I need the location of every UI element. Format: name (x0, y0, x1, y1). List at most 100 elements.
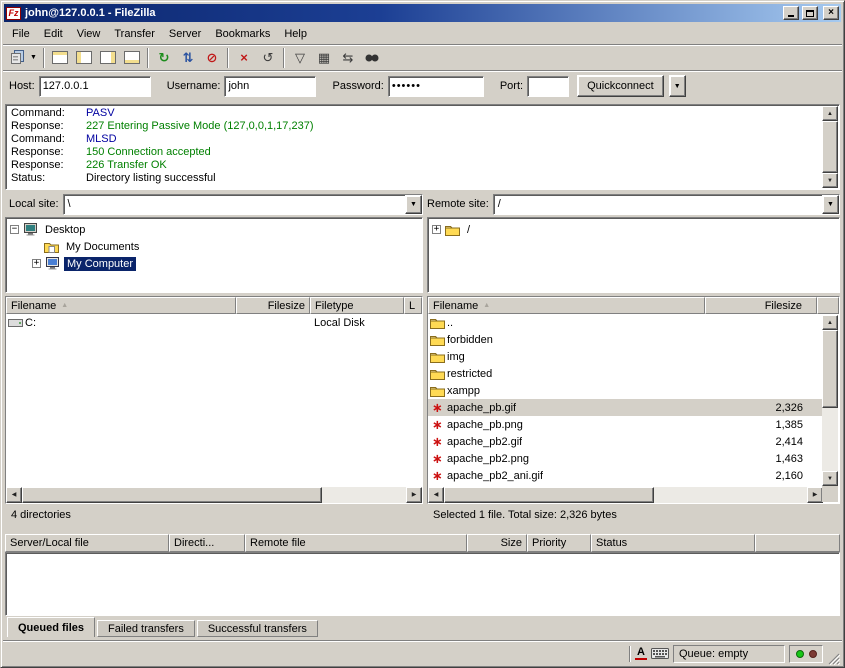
menu-item-server[interactable]: Server (162, 25, 208, 43)
column-header-filesize[interactable]: Filesize (705, 297, 817, 314)
resize-grip[interactable] (827, 652, 840, 665)
file-row-c-drive[interactable]: C: Local Disk (6, 314, 422, 331)
expand-toggle[interactable]: + (32, 259, 41, 268)
sync-browse-button[interactable]: ⇆ (336, 47, 360, 69)
file-row[interactable]: xampp (428, 382, 822, 399)
scroll-down-button[interactable]: ▼ (822, 173, 838, 188)
tree-item-desktop[interactable]: − Desktop (10, 221, 420, 238)
minimize-button[interactable] (783, 6, 799, 20)
password-input[interactable] (388, 76, 484, 97)
local-hscrollbar[interactable]: ◀ ▶ (6, 487, 422, 503)
queue-column-status[interactable]: Status (591, 534, 755, 552)
keyboard-icon[interactable] (651, 646, 669, 662)
local-site-dropdown-button[interactable]: ▼ (405, 195, 422, 214)
reconnect-button[interactable]: ↺ (256, 47, 280, 69)
titlebar[interactable]: Fz john@127.0.0.1 - FileZilla × (4, 4, 841, 22)
reconnect-icon: ↺ (263, 51, 274, 64)
local-site-combobox[interactable]: \ ▼ (63, 194, 423, 215)
remote-hscrollbar[interactable]: ◀ ▶ (428, 487, 823, 503)
toggle-remote-tree-button[interactable] (96, 47, 120, 69)
transfer-type-icon[interactable]: A (635, 646, 647, 662)
toggle-queue-button[interactable] (120, 47, 144, 69)
host-input[interactable] (39, 76, 151, 97)
file-row-selected[interactable]: ∗apache_pb.gif 2,326 (428, 399, 822, 416)
scroll-thumb[interactable] (822, 121, 838, 173)
tab-failed-transfers[interactable]: Failed transfers (97, 620, 195, 637)
scroll-track[interactable] (444, 487, 807, 503)
file-row[interactable]: forbidden (428, 331, 822, 348)
column-header-filename[interactable]: Filename▲ (428, 297, 705, 314)
scroll-thumb[interactable] (22, 487, 322, 503)
close-button[interactable]: × (823, 6, 839, 20)
quickconnect-dropdown-button[interactable]: ▼ (669, 75, 686, 97)
port-input[interactable] (527, 76, 569, 97)
menu-item-transfer[interactable]: Transfer (107, 25, 162, 43)
column-header-filesize[interactable]: Filesize (236, 297, 310, 314)
cancel-button[interactable]: ⊘ (200, 47, 224, 69)
process-queue-button[interactable]: ⇅ (176, 47, 200, 69)
file-row[interactable]: ∗apache_pb2.gif 2,414 (428, 433, 822, 450)
maximize-button[interactable] (802, 6, 818, 20)
scroll-up-button[interactable]: ▲ (822, 315, 838, 330)
tab-successful-transfers[interactable]: Successful transfers (197, 620, 318, 637)
scroll-left-button[interactable]: ◀ (6, 487, 22, 503)
toggle-local-tree-button[interactable] (72, 47, 96, 69)
local-list-body[interactable]: C: Local Disk (6, 314, 422, 487)
expand-toggle[interactable]: + (432, 225, 441, 234)
tree-item-root[interactable]: + / (432, 221, 837, 238)
username-input[interactable] (224, 76, 316, 97)
remote-site-dropdown-button[interactable]: ▼ (822, 195, 839, 214)
menu-item-file[interactable]: File (5, 25, 37, 43)
file-row[interactable]: img (428, 348, 822, 365)
menu-item-bookmarks[interactable]: Bookmarks (208, 25, 277, 43)
file-name: apache_pb2_ani.gif (447, 470, 543, 482)
scroll-right-button[interactable]: ▶ (406, 487, 422, 503)
column-header-lastmodified[interactable]: L (404, 297, 422, 314)
scroll-up-button[interactable]: ▲ (822, 106, 838, 121)
scroll-track[interactable] (822, 121, 838, 173)
menu-item-view[interactable]: View (70, 25, 108, 43)
toggle-message-log-button[interactable] (48, 47, 72, 69)
refresh-button[interactable]: ↻ (152, 47, 176, 69)
log-vscrollbar[interactable]: ▲ ▼ (822, 106, 838, 188)
queue-column-server-local-file[interactable]: Server/Local file (5, 534, 169, 552)
queue-column-direction[interactable]: Directi... (169, 534, 245, 552)
queue-column-size[interactable]: Size (467, 534, 527, 552)
file-row[interactable]: restricted (428, 365, 822, 382)
collapse-toggle[interactable]: − (10, 225, 19, 234)
folder-icon (428, 334, 447, 346)
file-row[interactable]: ∗apache_pb2.png 1,463 (428, 450, 822, 467)
remote-directory-tree[interactable]: + / (427, 217, 840, 293)
column-header-filename[interactable]: Filename▲ (6, 297, 236, 314)
compare-button[interactable]: ▦ (312, 47, 336, 69)
scroll-down-button[interactable]: ▼ (822, 471, 838, 486)
scroll-track[interactable] (822, 330, 838, 471)
file-row[interactable]: ∗apache_pb2_ani.gif 2,160 (428, 467, 822, 484)
scroll-right-button[interactable]: ▶ (807, 487, 823, 503)
quickconnect-button[interactable]: Quickconnect (577, 75, 664, 97)
local-directory-tree[interactable]: − Desktop My Documents + My Computer (5, 217, 423, 293)
find-button[interactable] (360, 47, 384, 69)
queue-column-priority[interactable]: Priority (527, 534, 591, 552)
file-row-updir[interactable]: .. (428, 314, 822, 331)
disconnect-button[interactable]: × (232, 47, 256, 69)
file-row[interactable]: ∗apache_pb.png 1,385 (428, 416, 822, 433)
tree-item-my-computer[interactable]: + My Computer (10, 255, 420, 272)
column-header-filetype[interactable]: Filetype (310, 297, 404, 314)
menu-item-help[interactable]: Help (277, 25, 314, 43)
menu-item-edit[interactable]: Edit (37, 25, 70, 43)
remote-vscrollbar[interactable]: ▲ ▼ (822, 315, 838, 486)
scroll-track[interactable] (22, 487, 406, 503)
scroll-left-button[interactable]: ◀ (428, 487, 444, 503)
queue-column-remote-file[interactable]: Remote file (245, 534, 467, 552)
tab-queued-files[interactable]: Queued files (7, 617, 95, 637)
site-manager-dropdown-button[interactable]: ▼ (27, 47, 40, 69)
remote-site-combobox[interactable]: / ▼ (493, 194, 840, 215)
queue-list[interactable] (5, 552, 840, 616)
scroll-thumb[interactable] (444, 487, 654, 503)
remote-list-body[interactable]: .. forbidden img restricted (428, 314, 839, 487)
scroll-thumb[interactable] (822, 330, 838, 408)
folder-icon (428, 317, 447, 329)
filter-button[interactable]: ▽ (288, 47, 312, 69)
tree-item-my-documents[interactable]: My Documents (10, 238, 420, 255)
